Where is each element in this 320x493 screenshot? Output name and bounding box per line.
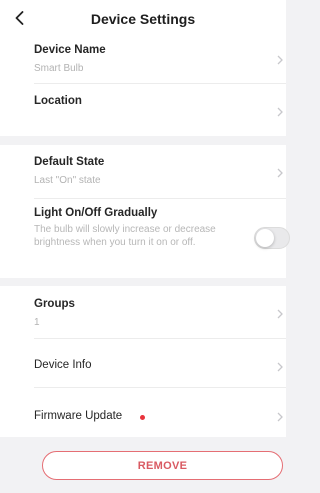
- device-name-label: Device Name: [34, 44, 106, 56]
- default-state-label: Default State: [34, 156, 105, 168]
- device-name-row[interactable]: Device Name Smart Bulb: [0, 36, 286, 83]
- chevron-right-icon: [276, 308, 284, 320]
- chevron-right-icon: [276, 54, 284, 66]
- device-settings-screen: Device Settings Device Name Smart Bulb L…: [0, 0, 290, 493]
- settings-group-device: Device Name Smart Bulb Location: [0, 36, 286, 136]
- device-name-value: Smart Bulb: [34, 63, 84, 74]
- toggle-knob: [256, 229, 274, 247]
- groups-value: 1: [34, 317, 40, 328]
- device-info-row[interactable]: Device Info: [0, 339, 286, 387]
- location-label: Location: [34, 95, 82, 107]
- location-row[interactable]: Location: [0, 84, 286, 136]
- default-state-row[interactable]: Default State Last "On" state: [0, 145, 286, 198]
- firmware-row[interactable]: Firmware Update: [0, 388, 286, 437]
- page-title: Device Settings: [90, 11, 196, 27]
- chevron-right-icon: [276, 361, 284, 373]
- chevron-right-icon: [276, 106, 284, 118]
- gradual-toggle[interactable]: [254, 227, 290, 249]
- groups-row[interactable]: Groups 1: [0, 286, 286, 338]
- header-bar: Device Settings: [0, 0, 286, 36]
- default-state-value: Last "On" state: [34, 175, 101, 186]
- gradual-description: The bulb will slowly increase or decreas…: [34, 224, 216, 248]
- firmware-label: Firmware Update: [34, 410, 123, 422]
- device-info-label: Device Info: [34, 359, 92, 371]
- chevron-right-icon: [276, 167, 284, 179]
- remove-button[interactable]: REMOVE: [42, 451, 283, 480]
- gradual-row: Light On/Off Gradually The bulb will slo…: [0, 199, 290, 278]
- chevron-right-icon: [276, 411, 284, 423]
- gradual-label: Light On/Off Gradually: [34, 207, 158, 219]
- update-badge: [140, 415, 145, 420]
- settings-group-behavior: Default State Last "On" state Light On/O…: [0, 145, 290, 278]
- settings-group-info: Groups 1 Device Info Firmware Update: [0, 286, 286, 437]
- groups-label: Groups: [34, 298, 75, 310]
